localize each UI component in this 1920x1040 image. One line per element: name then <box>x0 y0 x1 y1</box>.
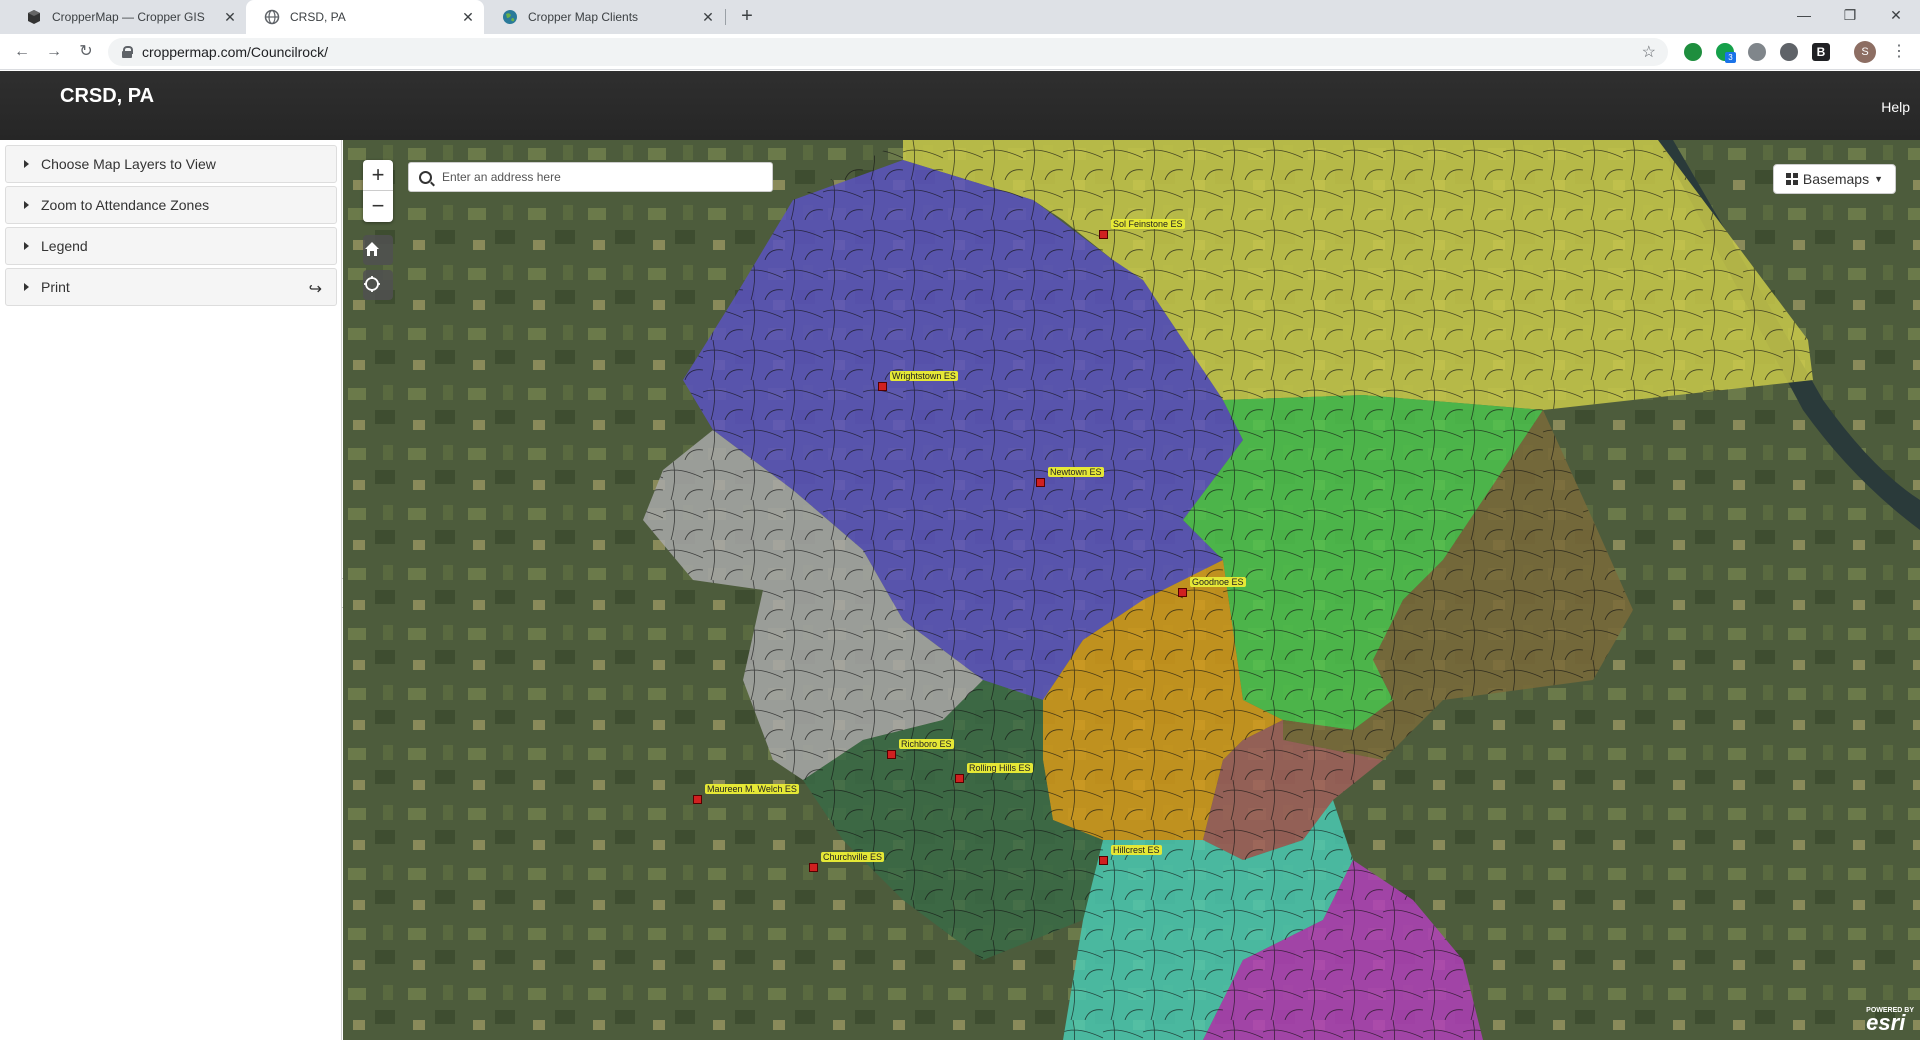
school-marker[interactable] <box>878 382 887 391</box>
zoom-in-button[interactable]: + <box>363 160 393 191</box>
tab-croppermap[interactable]: CropperMap — Cropper GIS ✕ <box>8 0 246 34</box>
earth-icon <box>502 9 518 25</box>
panel-print[interactable]: Print ↪ <box>5 268 337 306</box>
tab-title: CropperMap — Cropper GIS <box>52 10 205 24</box>
panel-label: Zoom to Attendance Zones <box>41 197 210 213</box>
panel-label: Legend <box>41 238 88 254</box>
zoom-out-button[interactable]: − <box>363 191 393 222</box>
school-marker[interactable] <box>1036 478 1045 487</box>
b-extension-icon[interactable]: B <box>1812 43 1830 61</box>
school-marker[interactable] <box>1178 588 1187 597</box>
circle-extension-icon[interactable] <box>1780 43 1798 61</box>
app-header: CRSD, PA Help <box>0 71 1920 140</box>
address-bar[interactable]: croppermap.com/Councilrock/ ☆ <box>108 38 1668 66</box>
close-icon[interactable]: ✕ <box>222 9 238 25</box>
cube-icon <box>26 9 42 25</box>
address-search[interactable]: Enter an address here <box>408 162 773 192</box>
zoom-controls: + − <box>363 160 393 222</box>
menu-icon[interactable]: ⋮ <box>1891 41 1907 63</box>
map-canvas <box>343 140 1920 1040</box>
school-marker[interactable] <box>693 795 702 804</box>
school-label: Maureen M. Welch ES <box>705 784 799 794</box>
reload-button[interactable]: ↻ <box>74 40 98 64</box>
page-title: CRSD, PA <box>60 85 155 107</box>
url-text: croppermap.com/Councilrock/ <box>142 44 328 60</box>
school-label: Newtown ES <box>1048 467 1104 477</box>
school-label: Rolling Hills ES <box>967 763 1033 773</box>
browser-toolbar: ← → ↻ croppermap.com/Councilrock/ ☆ 3 B … <box>0 34 1920 70</box>
share-icon[interactable]: ↪ <box>309 279 322 299</box>
sync-extension-icon[interactable] <box>1748 43 1766 61</box>
help-link[interactable]: Help <box>1881 99 1910 115</box>
grammarly-extension-icon[interactable]: 3 <box>1716 43 1736 63</box>
search-input[interactable]: Enter an address here <box>442 170 561 184</box>
close-icon[interactable]: ✕ <box>700 9 716 25</box>
panel-attendance-zones[interactable]: Zoom to Attendance Zones <box>5 186 337 224</box>
school-label: Wrightstown ES <box>890 371 958 381</box>
school-label: Goodnoe ES <box>1190 577 1246 587</box>
panel-map-layers[interactable]: Choose Map Layers to View <box>5 145 337 183</box>
panel-label: Choose Map Layers to View <box>41 156 216 172</box>
restore-button[interactable]: ❐ <box>1827 0 1873 30</box>
globe-icon <box>264 9 280 25</box>
home-icon <box>365 242 379 256</box>
panel-legend[interactable]: Legend <box>5 227 337 265</box>
locate-icon <box>364 276 380 292</box>
forward-button[interactable]: → <box>42 40 66 64</box>
basemaps-label: Basemaps <box>1802 171 1870 187</box>
new-tab-button[interactable]: + <box>735 5 759 29</box>
school-marker[interactable] <box>955 774 964 783</box>
grid-icon <box>1785 173 1798 185</box>
caret-right-icon <box>24 160 29 168</box>
close-window-button[interactable]: ✕ <box>1873 0 1919 30</box>
sidebar: Choose Map Layers to View Zoom to Attend… <box>0 140 342 1040</box>
school-label: Sol Feinstone ES <box>1111 219 1185 229</box>
profile-avatar[interactable]: S <box>1854 41 1876 63</box>
lock-icon <box>122 46 133 58</box>
basemaps-button[interactable]: Basemaps ▼ <box>1772 164 1896 194</box>
minimize-button[interactable]: — <box>1781 0 1827 30</box>
chevron-down-icon: ▼ <box>1874 174 1883 184</box>
map-view[interactable]: Sol Feinstone ES Wrightstown ES Newtown … <box>343 140 1920 1040</box>
school-marker[interactable] <box>1099 856 1108 865</box>
extension-badge: 3 <box>1725 52 1736 63</box>
caret-right-icon <box>24 242 29 250</box>
school-label: Churchville ES <box>821 852 885 862</box>
school-marker[interactable] <box>1099 230 1108 239</box>
tab-crsd[interactable]: CRSD, PA ✕ <box>246 0 484 34</box>
school-marker[interactable] <box>887 750 896 759</box>
school-label: Hillcrest ES <box>1111 845 1162 855</box>
locate-button[interactable] <box>363 270 393 300</box>
back-button[interactable]: ← <box>10 40 34 64</box>
panel-label: Print <box>41 279 70 295</box>
tab-title: Cropper Map Clients <box>528 10 639 24</box>
tab-clients[interactable]: Cropper Map Clients ✕ <box>484 0 724 34</box>
caret-right-icon <box>24 283 29 291</box>
tab-title: CRSD, PA <box>290 10 346 24</box>
attribution-text: esri <box>1866 1010 1906 1035</box>
school-marker[interactable] <box>809 863 818 872</box>
esri-logo: POWERED BY esri <box>1866 1007 1914 1036</box>
search-icon <box>419 170 432 184</box>
bookmark-star-icon[interactable]: ☆ <box>1642 42 1656 62</box>
home-button[interactable] <box>363 235 393 265</box>
check-extension-icon[interactable] <box>1684 43 1702 61</box>
browser-tabstrip: CropperMap — Cropper GIS ✕ CRSD, PA ✕ Cr… <box>0 0 1920 34</box>
school-label: Richboro ES <box>899 739 954 749</box>
tab-separator <box>725 9 726 25</box>
caret-right-icon <box>24 201 29 209</box>
close-icon[interactable]: ✕ <box>460 9 476 25</box>
